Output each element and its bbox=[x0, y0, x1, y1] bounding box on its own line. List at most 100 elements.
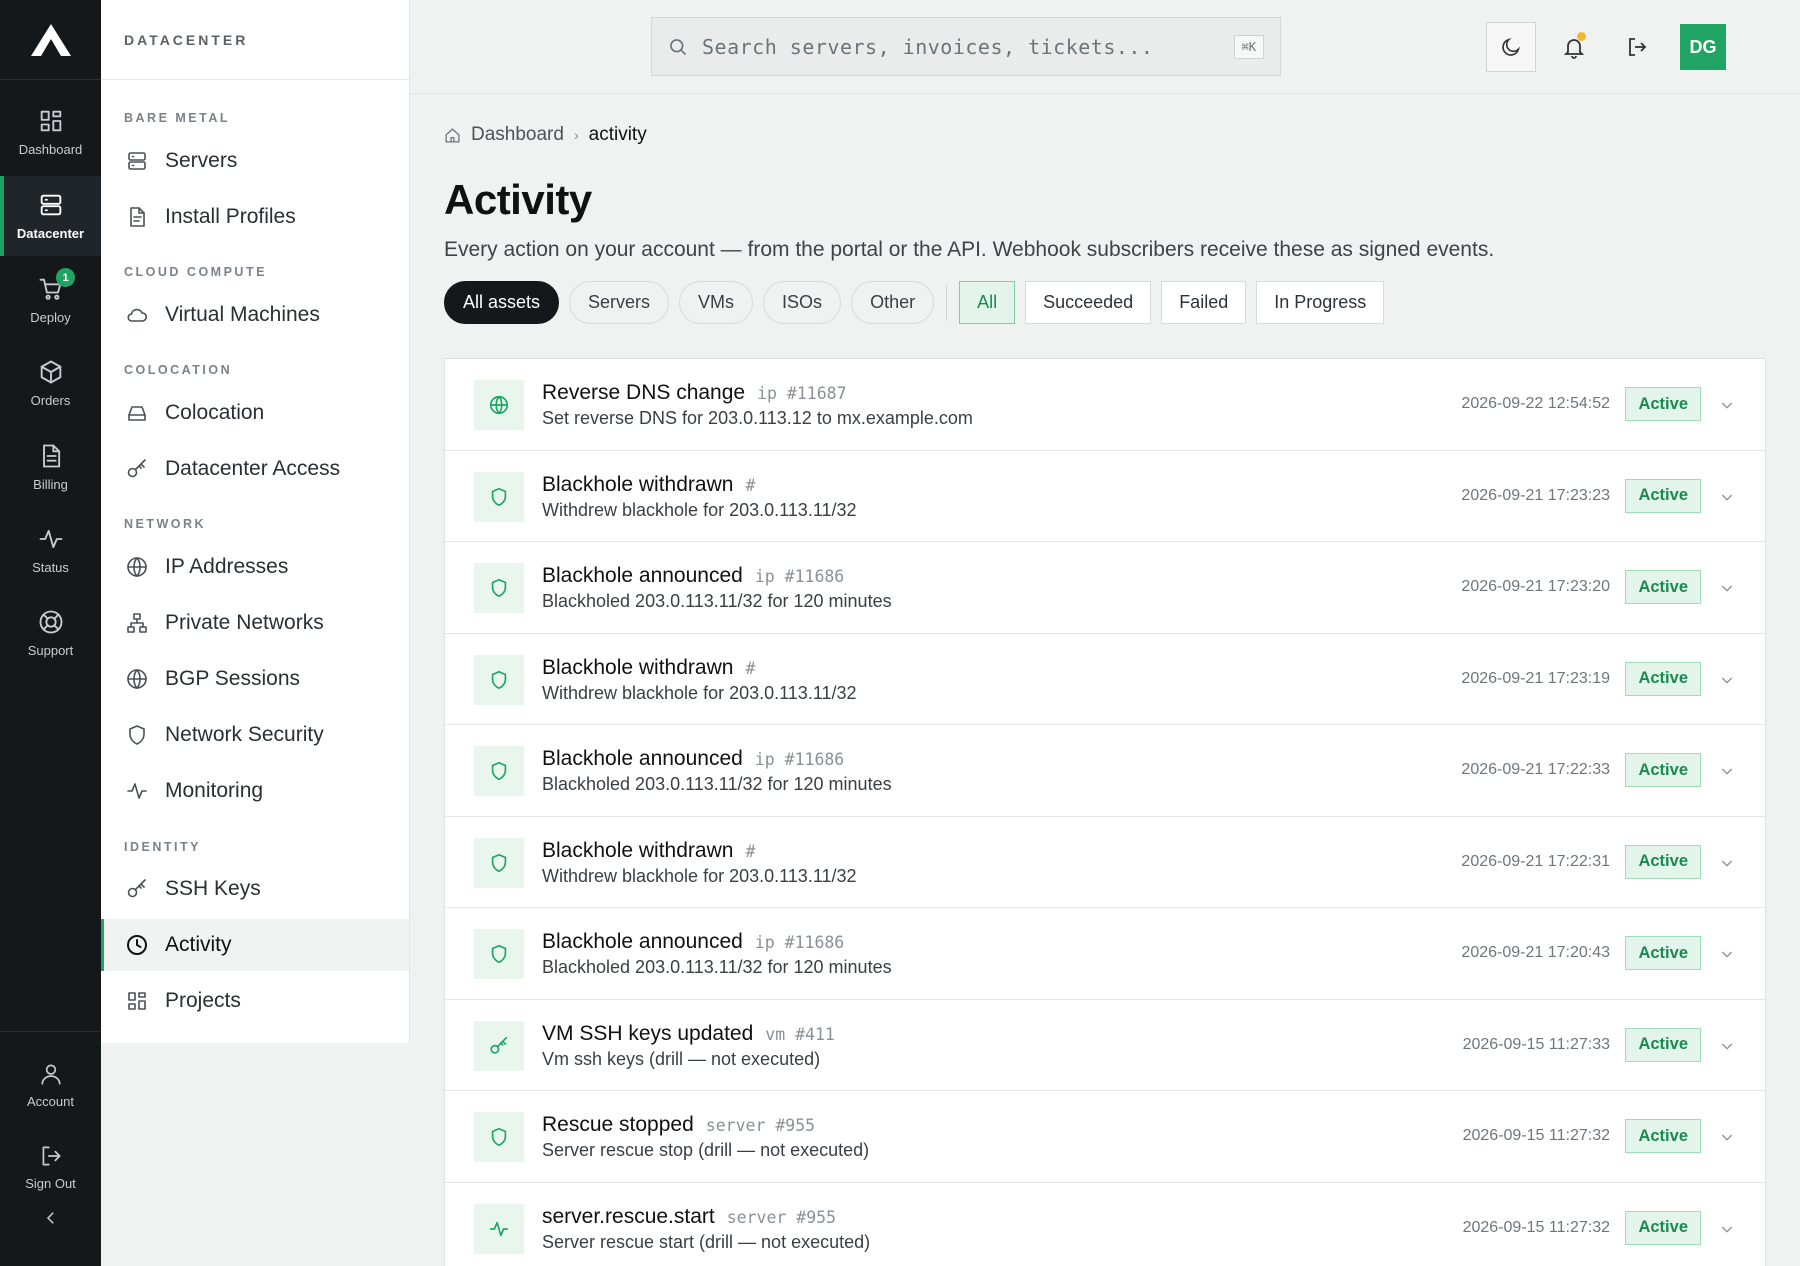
activity-row[interactable]: Blackhole announced ip #11686 Blackholed 2… bbox=[445, 725, 1765, 817]
activity-row[interactable]: Blackhole withdrawn # Withdrew blackhole … bbox=[445, 634, 1765, 725]
expand-row-button[interactable] bbox=[1715, 1217, 1739, 1241]
activity-row[interactable]: server.rescue.start server #955 Server res… bbox=[445, 1183, 1765, 1266]
activity-timestamp: 2026-09-21 17:23:19 bbox=[1461, 669, 1610, 687]
status-filter-succeeded[interactable]: Succeeded bbox=[1025, 281, 1152, 324]
status-filter-failed[interactable]: Failed bbox=[1161, 281, 1247, 324]
asset-filter-other[interactable]: Other bbox=[851, 281, 935, 324]
activity-row[interactable]: Rescue stopped server #955 Server rescue s… bbox=[445, 1091, 1765, 1183]
shield-icon bbox=[491, 487, 507, 506]
sidebar-item-datacenter-access[interactable]: Datacenter Access bbox=[101, 443, 409, 495]
rail-item-status[interactable]: Status bbox=[0, 510, 101, 590]
search-input[interactable] bbox=[702, 34, 1220, 59]
sidebar-item-colocation[interactable]: Colocation bbox=[101, 387, 409, 439]
activity-description: Server rescue start (drill — not execute… bbox=[542, 1231, 871, 1252]
sidebar-item-servers[interactable]: Servers bbox=[101, 135, 409, 187]
section-label-network: NETWORK bbox=[124, 517, 207, 531]
rail-item-orders[interactable]: Orders bbox=[0, 343, 101, 423]
shield-icon bbox=[491, 761, 507, 781]
sidebar-item-private-networks[interactable]: Private Networks bbox=[101, 597, 409, 649]
activity-reference: ip #11686 bbox=[755, 750, 844, 769]
rail-item-support[interactable]: Support bbox=[0, 593, 101, 673]
rail-item-account[interactable]: Account bbox=[0, 1045, 101, 1125]
expand-row-button[interactable] bbox=[1715, 1125, 1739, 1149]
activity-row[interactable]: Reverse DNS change ip #11687 Set reverse D… bbox=[445, 359, 1765, 451]
breadcrumb-home-link[interactable]: Dashboard bbox=[471, 124, 564, 146]
activity-type-icon bbox=[474, 1112, 524, 1162]
sidebar-item-bgp-sessions[interactable]: BGP Sessions bbox=[101, 653, 409, 705]
asset-filter-vms[interactable]: VMs bbox=[679, 281, 754, 324]
asset-filter-servers[interactable]: Servers bbox=[569, 281, 670, 324]
collapse-rail-button[interactable] bbox=[0, 1193, 101, 1243]
activity-row[interactable]: Blackhole withdrawn # Withdrew blackhole … bbox=[445, 451, 1765, 542]
sidebar-title: DATACENTER bbox=[101, 0, 409, 80]
global-search[interactable]: ⌘K bbox=[651, 17, 1281, 76]
expand-row-button[interactable] bbox=[1715, 759, 1739, 783]
file-icon bbox=[130, 207, 145, 227]
activity-ref-id: #11686 bbox=[784, 567, 845, 586]
sidebar-item-projects[interactable]: Projects bbox=[101, 975, 409, 1027]
activity-row[interactable]: VM SSH keys updated vm #411 Vm ssh keys (d… bbox=[445, 1000, 1765, 1091]
asset-filter-all-assets[interactable]: All assets bbox=[444, 281, 560, 324]
chevron-down-icon bbox=[1721, 768, 1733, 775]
sidebar-item-activity[interactable]: Activity bbox=[101, 919, 409, 971]
chevron-down-icon bbox=[1721, 1226, 1733, 1233]
sidebar-item-install-profiles[interactable]: Install Profiles bbox=[101, 191, 409, 243]
activity-ref-id: # bbox=[745, 475, 756, 495]
chevron-down-icon bbox=[1721, 860, 1733, 867]
box-icon bbox=[40, 360, 61, 384]
sidebar-item-virtual-machines[interactable]: Virtual Machines bbox=[101, 289, 409, 341]
sidebar-item-ssh-keys[interactable]: SSH Keys bbox=[101, 863, 409, 915]
activity-row[interactable]: Blackhole announced ip #11686 Blackholed 2… bbox=[445, 542, 1765, 634]
sidebar-item-network-security[interactable]: Network Security bbox=[101, 709, 409, 761]
activity-row[interactable]: Blackhole withdrawn # Withdrew blackhole … bbox=[445, 817, 1765, 908]
activity-heading: Reverse DNS change ip #11687 bbox=[542, 381, 847, 405]
expand-row-button[interactable] bbox=[1715, 485, 1739, 509]
activity-ref-type: server bbox=[705, 1116, 766, 1135]
key-icon bbox=[127, 459, 146, 478]
sidebar-item-monitoring[interactable]: Monitoring bbox=[101, 765, 409, 817]
status-badge: Active bbox=[1625, 844, 1701, 879]
logout-icon bbox=[1629, 38, 1647, 56]
expand-row-button[interactable] bbox=[1715, 576, 1739, 600]
expand-row-button[interactable] bbox=[1715, 851, 1739, 875]
asset-filter-isos[interactable]: ISOs bbox=[763, 281, 842, 324]
sidebar-item-ip-addresses[interactable]: IP Addresses bbox=[101, 541, 409, 593]
status-filter-in-progress[interactable]: In Progress bbox=[1256, 281, 1385, 324]
grid-icon bbox=[40, 110, 61, 132]
activity-title: VM SSH keys updated bbox=[542, 1021, 754, 1045]
activity-timestamp: 2026-09-15 11:27:33 bbox=[1462, 1035, 1610, 1053]
activity-ref-type: ip bbox=[754, 933, 775, 952]
status-badge: Active bbox=[1625, 570, 1701, 604]
expand-row-button[interactable] bbox=[1715, 668, 1739, 692]
status-filter-all[interactable]: All bbox=[959, 281, 1016, 324]
status-badge: Active bbox=[1625, 1119, 1701, 1153]
activity-timestamp: 2026-09-15 11:27:32 bbox=[1462, 1218, 1610, 1236]
activity-timestamp: 2026-09-21 17:23:23 bbox=[1461, 486, 1610, 504]
status-badge: Active bbox=[1625, 1210, 1701, 1245]
rail-item-deploy[interactable]: Deploy 1 bbox=[0, 260, 101, 340]
activity-reference: ip #11686 bbox=[755, 567, 844, 586]
expand-row-button[interactable] bbox=[1715, 1034, 1739, 1058]
rail-item-datacenter[interactable]: Datacenter bbox=[0, 176, 101, 256]
globe-icon bbox=[489, 395, 509, 415]
activity-timestamp: 2026-09-21 17:22:33 bbox=[1461, 761, 1610, 778]
shield-icon bbox=[129, 725, 145, 745]
user-avatar[interactable]: DG bbox=[1680, 24, 1726, 70]
activity-type-icon bbox=[474, 1203, 524, 1254]
rail-item-dashboard[interactable]: Dashboard bbox=[0, 92, 101, 172]
search-icon bbox=[670, 38, 687, 55]
brand-logo[interactable] bbox=[0, 0, 101, 80]
sign-out-button[interactable] bbox=[1612, 22, 1662, 72]
notifications-button[interactable] bbox=[1549, 22, 1599, 72]
grid-icon bbox=[128, 992, 146, 1010]
expand-row-button[interactable] bbox=[1715, 942, 1739, 966]
theme-toggle-button[interactable] bbox=[1486, 22, 1536, 72]
expand-row-button[interactable] bbox=[1715, 393, 1739, 417]
activity-type-icon bbox=[474, 837, 524, 888]
activity-reference: # bbox=[745, 476, 755, 495]
activity-row[interactable]: Blackhole announced ip #11686 Blackholed 2… bbox=[445, 908, 1765, 1000]
activity-type-icon bbox=[474, 1020, 524, 1071]
activity-description: Blackholed 203.0.113.11/32 for 120 minut… bbox=[542, 591, 892, 611]
rail-item-billing[interactable]: Billing bbox=[0, 427, 101, 507]
shield-icon bbox=[491, 1127, 507, 1147]
